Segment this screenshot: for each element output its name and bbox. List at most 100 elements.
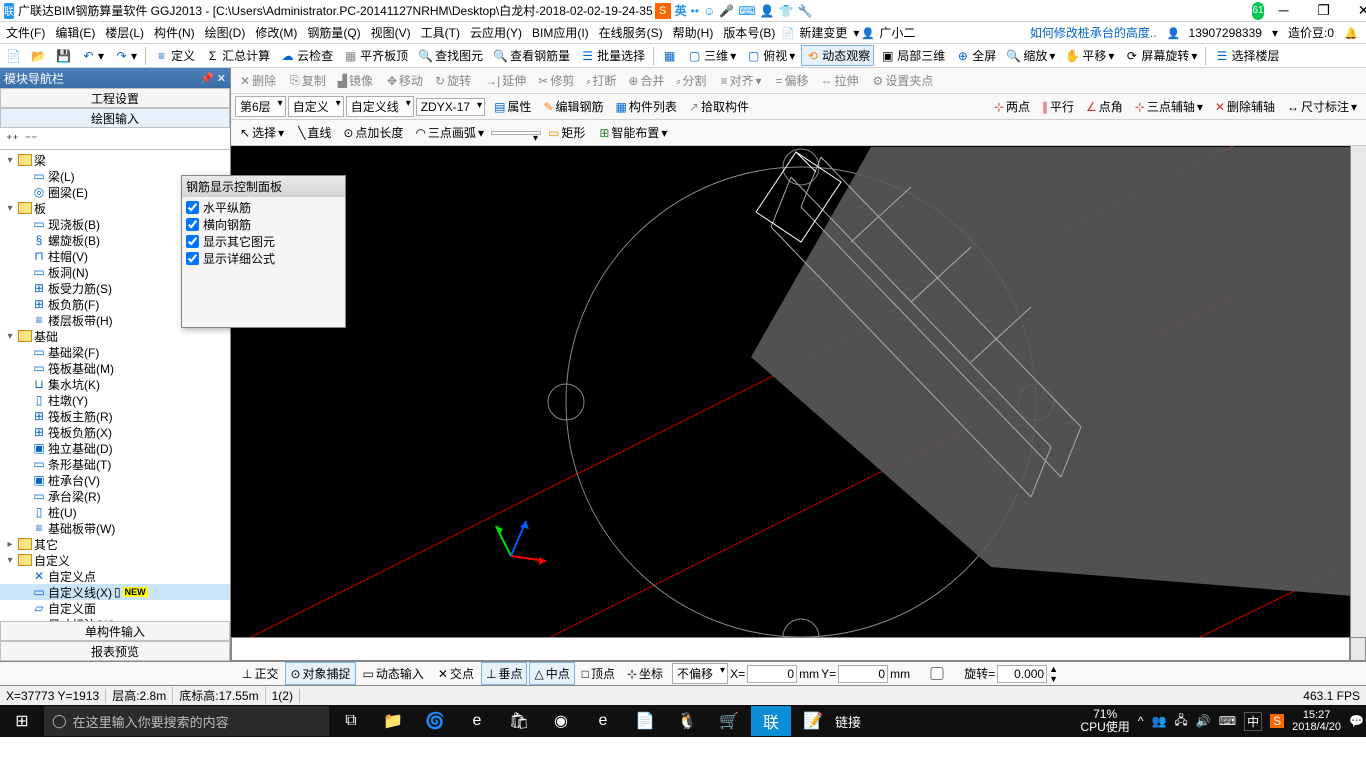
copy-button[interactable]: ⎘ 复制 <box>285 69 331 92</box>
minimize-button[interactable]: ─ <box>1264 2 1304 19</box>
new-file-button[interactable]: 📄 <box>2 46 25 65</box>
close-button[interactable]: ✕ <box>1344 2 1366 19</box>
tree-item[interactable]: ⊔集水坑(K) <box>0 376 230 392</box>
rotate-button[interactable]: ↻ 旋转 <box>430 69 476 92</box>
viewport[interactable] <box>231 146 1366 661</box>
grip-button[interactable]: ⚙ 设置夹点 <box>868 69 939 92</box>
opt-formula[interactable]: 显示详细公式 <box>186 250 341 267</box>
smart-place-button[interactable]: ⊞智能布置▾ <box>594 121 672 144</box>
screen-rotate-button[interactable]: ⟳屏幕旋转▾ <box>1120 45 1201 66</box>
tree-zdy[interactable]: ▾自定义 <box>0 552 230 568</box>
trim-button[interactable]: ✂ 修剪 <box>533 69 579 92</box>
x-input[interactable] <box>747 665 797 683</box>
tree-qita[interactable]: ▸其它 <box>0 536 230 552</box>
rot-input[interactable] <box>997 665 1047 683</box>
menu-help[interactable]: 帮助(H) <box>669 24 718 41</box>
tree-item[interactable]: ✕自定义点 <box>0 568 230 584</box>
tree-jichu[interactable]: ▾基础 <box>0 328 230 344</box>
menu-floor[interactable]: 楼层(L) <box>101 24 148 41</box>
arc-button[interactable]: ◠ 三点画弧▾ <box>410 121 489 144</box>
phone-label[interactable]: 13907298339 <box>1189 26 1262 40</box>
type-combo[interactable]: 自定义线 <box>346 96 414 117</box>
align-button[interactable]: ≡ 对齐▾ <box>715 69 766 92</box>
tree-item[interactable]: ▭筏板基础(M) <box>0 360 230 376</box>
stretch-button[interactable]: ⇔ 拉伸 <box>816 69 864 92</box>
view-rebar-button[interactable]: 🔍查看钢筋量 <box>489 45 574 66</box>
offset-combo[interactable]: 不偏移 <box>672 663 728 684</box>
angle-button[interactable]: ∠点角 <box>1081 95 1128 118</box>
ime-smile-icon[interactable]: ☺ <box>703 4 715 18</box>
offset-button[interactable]: = 偏移 <box>771 69 814 92</box>
menu-modify[interactable]: 修改(M) <box>251 24 301 41</box>
ime-skin-icon[interactable]: 👕 <box>779 4 794 18</box>
split-button[interactable]: ⸗ 分割 <box>671 69 711 92</box>
app-qq-icon[interactable]: 🐧 <box>667 706 707 736</box>
3d-button[interactable]: ▢三维▾ <box>683 45 740 66</box>
tree-item[interactable]: ≡基础板带(W) <box>0 520 230 536</box>
ime-mic-icon[interactable]: 🎤 <box>719 4 734 18</box>
undo-button[interactable]: ↶▾ <box>77 46 108 65</box>
break-button[interactable]: ⸗ 打断 <box>581 69 621 92</box>
opt-other[interactable]: 显示其它图元 <box>186 233 341 250</box>
ortho-button[interactable]: ⊥ 正交 <box>237 662 283 685</box>
opt-h-rebar[interactable]: 水平纵筋 <box>186 199 341 216</box>
find-elem-button[interactable]: 🔍查找图元 <box>414 45 487 66</box>
int-button[interactable]: ✕ 交点 <box>433 662 479 685</box>
tray-clock[interactable]: 15:272018/4/20 <box>1292 709 1341 733</box>
app-store-icon[interactable]: 🛍 <box>499 706 539 736</box>
tray-people-icon[interactable]: 👥 <box>1151 714 1166 728</box>
notify-badge[interactable]: 61 <box>1252 2 1263 20</box>
tray-up-icon[interactable]: ^ <box>1138 714 1144 728</box>
select-floor-button[interactable]: ☰选择楼层 <box>1210 45 1283 66</box>
menu-file[interactable]: 文件(F) <box>2 24 49 41</box>
floor-combo[interactable]: 第6层 <box>235 96 286 117</box>
app-mgr-icon[interactable]: 🛒 <box>709 706 749 736</box>
two-point-button[interactable]: ⊹两点 <box>989 95 1035 118</box>
menu-draw[interactable]: 绘图(D) <box>201 24 250 41</box>
tree-item[interactable]: ▣独立基础(D) <box>0 440 230 456</box>
tray-kbd-icon[interactable]: ⌨ <box>1219 714 1236 728</box>
dynamic-orbit-button[interactable]: ⟲动态观察 <box>801 45 874 66</box>
menu-bim[interactable]: BIM应用(I) <box>528 24 593 41</box>
menu-version[interactable]: 版本号(B) <box>719 24 779 41</box>
select-mode-button[interactable]: ↖ 选择▾ <box>235 121 289 144</box>
menu-cloud[interactable]: 云应用(Y) <box>466 24 526 41</box>
panel-report[interactable]: 报表预览 <box>0 641 230 661</box>
user-name[interactable]: 广小二 <box>875 24 919 41</box>
local-3d-button[interactable]: ▣局部三维 <box>876 45 949 66</box>
mirror-button[interactable]: ▟ 镜像 <box>333 69 378 92</box>
name-combo[interactable]: ZDYX-17 <box>416 98 485 116</box>
delete-button[interactable]: ✕ 删除 <box>235 69 281 92</box>
end-button[interactable]: □ 顶点 <box>577 662 620 685</box>
ime-lang[interactable]: 英 <box>675 2 687 19</box>
arc-opt-combo[interactable] <box>491 131 541 135</box>
tip-link[interactable]: 如何修改桩承台的高度.. <box>1030 24 1157 41</box>
dyninput-button[interactable]: ▭ 动态输入 <box>358 662 429 685</box>
parallel-button[interactable]: ∥平行 <box>1037 95 1079 118</box>
y-input[interactable] <box>838 665 888 683</box>
cloud-check-button[interactable]: ☁云检查 <box>276 45 337 66</box>
tree-item[interactable]: ⊞筏板负筋(X) <box>0 424 230 440</box>
osnap-button[interactable]: ⊙ 对象捕捉 <box>285 662 355 685</box>
panel-draw-input[interactable]: 绘图输入 <box>0 108 230 128</box>
panel-settings[interactable]: 工程设置 <box>0 88 230 108</box>
flat-top-button[interactable]: ▦平齐板顶 <box>339 45 412 66</box>
open-button[interactable]: 📂 <box>27 46 50 65</box>
bell-icon[interactable]: 🔔 <box>1344 27 1356 39</box>
extend-button[interactable]: →| 延伸 <box>480 69 531 92</box>
coord-button[interactable]: ⊹ 坐标 <box>622 662 668 685</box>
app-ggj-icon[interactable]: 联 <box>751 706 791 736</box>
tray-vol-icon[interactable]: 🔊 <box>1196 714 1211 728</box>
app-file-icon[interactable]: 📄 <box>625 706 665 736</box>
menu-edit[interactable]: 编辑(E) <box>51 24 99 41</box>
zoom-button[interactable]: 🔍缩放▾ <box>1002 45 1059 66</box>
menu-rebar[interactable]: 钢筋量(Q) <box>303 24 364 41</box>
list-button[interactable]: ▦构件列表 <box>611 95 682 118</box>
pan-button[interactable]: ✋平移▾ <box>1061 45 1118 66</box>
app-edge-icon[interactable]: e <box>457 706 497 736</box>
app-cortana-icon[interactable]: ◉ <box>541 706 581 736</box>
tree-item[interactable]: ▯柱墩(Y) <box>0 392 230 408</box>
menu-view[interactable]: 视图(V) <box>367 24 415 41</box>
tree-liang[interactable]: ▾梁 <box>0 152 230 168</box>
app-note-icon[interactable]: 📝 <box>793 706 833 736</box>
